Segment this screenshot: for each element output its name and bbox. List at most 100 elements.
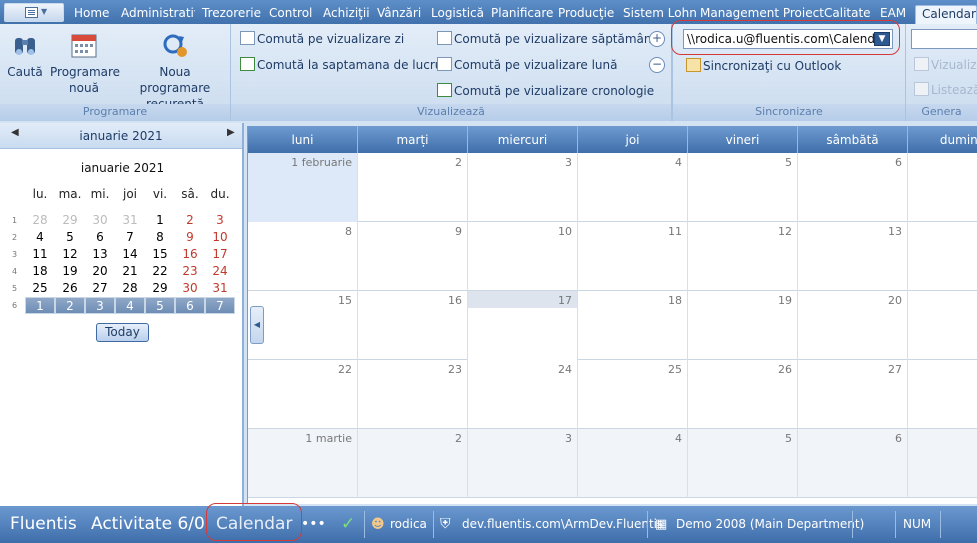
day-cell[interactable]: 23 [358, 360, 468, 429]
tab-logistica[interactable]: Logistică [425, 5, 490, 24]
day-cell[interactable]: 10 [468, 222, 578, 291]
day-cell[interactable] [908, 291, 977, 360]
mini-calendar-day[interactable]: 21 [115, 263, 145, 280]
day-cell[interactable] [908, 153, 977, 222]
day-cell[interactable]: 16 [358, 291, 468, 360]
day-cell[interactable]: 2 [358, 153, 468, 222]
mini-calendar-day[interactable]: 25 [25, 280, 55, 297]
mini-calendar-day[interactable]: 6 [175, 297, 205, 314]
day-cell[interactable]: 19 [688, 291, 798, 360]
mini-calendar-day[interactable]: 3 [85, 297, 115, 314]
mini-calendar-day[interactable]: 12 [55, 246, 85, 263]
day-cell[interactable]: 24 [468, 360, 578, 429]
tab-trezorerie[interactable]: Trezorerie [196, 5, 267, 24]
day-cell[interactable]: 1 martie [248, 429, 358, 498]
day-cell[interactable]: 18 [578, 291, 688, 360]
generate-input[interactable] [911, 29, 977, 49]
mini-calendar-day[interactable]: 13 [85, 246, 115, 263]
day-view-button[interactable]: Comută pe vizualizare zi [240, 30, 404, 48]
day-cell[interactable]: 13 [798, 222, 908, 291]
mini-calendar-day[interactable]: 7 [205, 297, 235, 314]
mini-calendar-day[interactable]: 26 [55, 280, 85, 297]
tab-planificare[interactable]: Planificare [485, 5, 559, 24]
zoom-out-icon[interactable]: − [649, 57, 665, 73]
mini-calendar-day[interactable]: 28 [25, 212, 55, 229]
day-cell[interactable]: 27 [798, 360, 908, 429]
next-month-icon[interactable]: ▶ [227, 127, 235, 138]
search-button[interactable]: Caută [5, 30, 45, 80]
day-cell[interactable]: 8 [248, 222, 358, 291]
day-cell[interactable]: 4 [578, 429, 688, 498]
mini-calendar-day[interactable]: 1 [145, 212, 175, 229]
today-button[interactable]: Today [96, 323, 149, 342]
mini-calendar-day[interactable]: 30 [175, 280, 205, 297]
mini-calendar-day[interactable]: 27 [85, 280, 115, 297]
mini-calendar-day[interactable]: 6 [85, 229, 115, 246]
mini-calendar-day[interactable]: 18 [25, 263, 55, 280]
mini-calendar-day[interactable]: 16 [175, 246, 205, 263]
day-cell[interactable]: 25 [578, 360, 688, 429]
tab-home[interactable]: Home [68, 5, 115, 24]
day-cell[interactable]: 2 [358, 429, 468, 498]
day-cell[interactable] [908, 429, 977, 498]
mini-calendar-day[interactable]: 24 [205, 263, 235, 280]
day-cell[interactable]: 11 [578, 222, 688, 291]
view-button[interactable]: Vizualiz [914, 56, 977, 74]
new-recurring-appointment-button[interactable]: Noua programare recurentă [124, 30, 226, 112]
day-cell[interactable]: 15 [248, 291, 358, 360]
mini-calendar-day[interactable]: 4 [25, 229, 55, 246]
day-cell[interactable]: 22 [248, 360, 358, 429]
mini-calendar-day[interactable]: 23 [175, 263, 205, 280]
mini-calendar-day[interactable]: 2 [175, 212, 205, 229]
list-button[interactable]: Listează [914, 81, 977, 99]
mini-calendar-day[interactable]: 11 [25, 246, 55, 263]
day-cell[interactable]: 4 [578, 153, 688, 222]
mini-calendar-day[interactable]: 14 [115, 246, 145, 263]
mini-calendar-day[interactable]: 5 [145, 297, 175, 314]
mini-calendar-day[interactable]: 29 [55, 212, 85, 229]
day-cell[interactable]: 6 [798, 429, 908, 498]
mini-calendar-day[interactable]: 3 [205, 212, 235, 229]
mini-calendar-day[interactable]: 29 [145, 280, 175, 297]
mini-calendar-day[interactable]: 5 [55, 229, 85, 246]
timeline-view-button[interactable]: Comută pe vizualizare cronologie [437, 82, 654, 100]
day-cell[interactable]: 20 [798, 291, 908, 360]
day-cell[interactable]: 5 [688, 429, 798, 498]
tab-productie[interactable]: Producţie [552, 5, 620, 24]
zoom-in-icon[interactable]: + [649, 31, 665, 47]
mini-calendar-day[interactable]: 17 [205, 246, 235, 263]
new-appointment-button[interactable]: Programare nouă [50, 30, 120, 96]
mini-calendar-day[interactable]: 1 [25, 297, 55, 314]
application-menu-button[interactable]: ▼ [4, 3, 64, 22]
mini-calendar-day[interactable]: 19 [55, 263, 85, 280]
status-activity[interactable]: Activitate 6/0 [91, 506, 205, 543]
day-cell[interactable]: 26 [688, 360, 798, 429]
day-cell[interactable]: 17 [468, 291, 578, 360]
day-cell[interactable]: 5 [688, 153, 798, 222]
week-view-button[interactable]: Comută pe vizualizare săptămână [437, 30, 659, 48]
mini-calendar-day[interactable]: 22 [145, 263, 175, 280]
day-cell[interactable]: 9 [358, 222, 468, 291]
mini-calendar-day[interactable]: 2 [55, 297, 85, 314]
mini-calendar-day[interactable]: 31 [115, 212, 145, 229]
mini-calendar-day[interactable]: 10 [205, 229, 235, 246]
tab-vanzari[interactable]: Vânzări [371, 5, 427, 24]
tab-control[interactable]: Control [263, 5, 318, 24]
mini-calendar-day[interactable]: 31 [205, 280, 235, 297]
day-cell[interactable]: 3 [468, 153, 578, 222]
day-cell[interactable]: 1 februarie [248, 153, 358, 222]
month-view-button[interactable]: Comută pe vizualizare lună [437, 56, 617, 74]
more-icon[interactable]: ••• [301, 506, 326, 543]
mini-calendar-day[interactable]: 20 [85, 263, 115, 280]
day-cell[interactable]: 6 [798, 153, 908, 222]
tab-calendar[interactable]: Calendar [915, 5, 977, 24]
tab-administrativ[interactable]: Administrativ [115, 5, 195, 24]
collapse-panel-icon[interactable]: ◀ [250, 306, 264, 344]
mini-calendar-day[interactable]: 4 [115, 297, 145, 314]
workweek-view-button[interactable]: Comută la saptamana de lucru [240, 56, 442, 74]
tab-achizitii[interactable]: Achiziţii [317, 5, 376, 24]
mini-calendar-day[interactable]: 9 [175, 229, 205, 246]
mini-calendar-day[interactable]: 7 [115, 229, 145, 246]
day-cell[interactable] [908, 222, 977, 291]
day-cell[interactable]: 12 [688, 222, 798, 291]
